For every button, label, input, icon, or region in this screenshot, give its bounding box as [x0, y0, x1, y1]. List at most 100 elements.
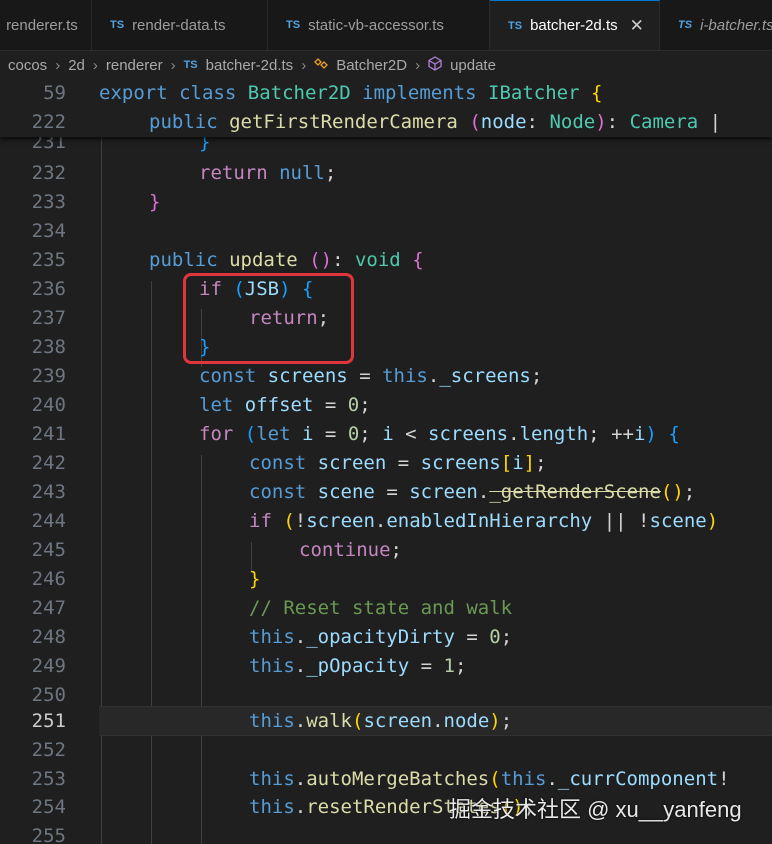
tab-label: i-batcher.ts	[700, 16, 772, 34]
breadcrumb: cocos › 2d › renderer › TS batcher-2d.ts…	[0, 51, 772, 79]
tab-label: renderer.ts	[6, 16, 78, 34]
breadcrumb-item-class[interactable]: Batcher2D	[336, 57, 407, 74]
code-row[interactable]: 245 continue;	[0, 536, 772, 565]
code-line: continue;	[299, 539, 402, 561]
code-row[interactable]: 243 const scene = screen._getRenderScene…	[0, 478, 772, 507]
line-number: 238	[31, 336, 66, 358]
code-row[interactable]: 236 if (JSB) {	[0, 275, 772, 304]
breadcrumb-item-file[interactable]: batcher-2d.ts	[206, 57, 294, 74]
tab-renderer[interactable]: TS renderer.ts	[0, 0, 92, 50]
code-line: const scene = screen._getRenderScene();	[249, 481, 696, 503]
code-row[interactable]: 255	[0, 822, 772, 844]
line-number: 252	[31, 739, 66, 761]
code-line: this._opacityDirty = 0;	[249, 626, 513, 648]
line-number: 234	[31, 220, 66, 242]
chevron-right-icon: ›	[92, 56, 98, 74]
typescript-file-icon: TS	[183, 59, 198, 71]
breadcrumb-item-2d[interactable]: 2d	[68, 57, 85, 74]
code-row[interactable]: 242 const screen = screens[i];	[0, 449, 772, 478]
line-number: 231	[31, 137, 66, 153]
current-line-highlight[interactable]: 251 this.walk(screen.node);	[0, 706, 772, 736]
breadcrumb-item-cocos[interactable]: cocos	[8, 57, 47, 74]
code-row[interactable]: 249 this._pOpacity = 1;	[0, 652, 772, 681]
tab-label: static-vb-accessor.ts	[308, 16, 444, 34]
tab-render-data[interactable]: TS render-data.ts	[92, 0, 268, 50]
code-row[interactable]: 241 for (let i = 0; i < screens.length; …	[0, 420, 772, 449]
line-number: 244	[31, 510, 66, 532]
line-number: 249	[31, 655, 66, 677]
code-line: const screens = this._screens;	[199, 365, 543, 387]
typescript-file-icon: TS	[508, 19, 523, 32]
code-line: export class Batcher2D implements IBatch…	[99, 82, 603, 104]
line-number: 241	[31, 423, 66, 445]
sticky-line[interactable]: 59 export class Batcher2D implements IBa…	[0, 79, 772, 108]
line-number: 59	[43, 82, 66, 104]
sticky-line[interactable]: 222 public getFirstRenderCamera (node: N…	[0, 108, 772, 137]
code-line: return null;	[199, 162, 337, 184]
line-number: 235	[31, 249, 66, 271]
code-row[interactable]: 252	[0, 736, 772, 765]
line-number: 247	[31, 597, 66, 619]
class-icon	[314, 57, 329, 74]
line-number: 248	[31, 626, 66, 648]
tab-i-batcher[interactable]: TS i-batcher.ts	[660, 0, 772, 50]
code-line: this.autoMergeBatches(this._currComponen…	[249, 768, 730, 790]
line-number: 254	[31, 796, 66, 818]
code-line: this.walk(screen.node);	[249, 710, 513, 732]
code-line: for (let i = 0; i < screens.length; ++i)…	[199, 423, 680, 445]
code-row[interactable]: 231 }	[0, 137, 772, 157]
code-line: }	[249, 568, 261, 590]
code-line: public update (): void {	[149, 249, 424, 271]
line-number: 236	[31, 278, 66, 300]
code-row[interactable]: 234	[0, 217, 772, 246]
line-number: 237	[31, 307, 66, 329]
code-row[interactable]: 237 return;	[0, 304, 772, 333]
code-row[interactable]: 233 }	[0, 188, 772, 217]
line-number: 232	[31, 162, 66, 184]
code-line: if (!screen.enabledInHierarchy || !scene…	[249, 510, 719, 532]
code-line: }	[149, 191, 161, 213]
line-number: 251	[31, 710, 66, 732]
line-number: 239	[31, 365, 66, 387]
code-editor[interactable]: 59 export class Batcher2D implements IBa…	[0, 79, 772, 844]
method-icon	[428, 55, 442, 75]
typescript-file-icon: TS	[286, 19, 301, 31]
annotation-highlight-box	[183, 273, 354, 364]
code-line: }	[199, 137, 211, 153]
tab-label: batcher-2d.ts	[530, 17, 618, 34]
line-number: 243	[31, 481, 66, 503]
code-row[interactable]: 239 const screens = this._screens;	[0, 362, 772, 391]
breadcrumb-item-renderer[interactable]: renderer	[106, 57, 163, 74]
line-number: 253	[31, 768, 66, 790]
typescript-file-icon: TS	[110, 19, 125, 31]
tab-batcher-2d[interactable]: TS batcher-2d.ts ✕	[490, 0, 660, 50]
code-row[interactable]: 246 }	[0, 565, 772, 594]
code-line: this._pOpacity = 1;	[249, 655, 467, 677]
code-line: let offset = 0;	[199, 394, 371, 416]
code-row[interactable]: 238 }	[0, 333, 772, 362]
editor-tab-bar: TS renderer.ts TS render-data.ts TS stat…	[0, 0, 772, 51]
watermark: 掘金技术社区 @ xu__yanfeng	[449, 797, 742, 822]
code-row[interactable]: 244 if (!screen.enabledInHierarchy || !s…	[0, 507, 772, 536]
line-number: 246	[31, 568, 66, 590]
line-number: 233	[31, 191, 66, 213]
code-row[interactable]: 253 this.autoMergeBatches(this._currComp…	[0, 765, 772, 794]
typescript-file-icon: TS	[678, 19, 693, 31]
code-row[interactable]: 232 return null;	[0, 159, 772, 188]
chevron-right-icon: ›	[55, 56, 61, 74]
code-line: const screen = screens[i];	[249, 452, 547, 474]
code-row[interactable]: 248 this._opacityDirty = 0;	[0, 623, 772, 652]
close-icon[interactable]: ✕	[630, 16, 644, 36]
line-number: 240	[31, 394, 66, 416]
tab-label: render-data.ts	[132, 16, 226, 34]
code-row[interactable]: 240 let offset = 0;	[0, 391, 772, 420]
line-number: 222	[31, 111, 66, 133]
code-line: public getFirstRenderCamera (node: Node)…	[149, 111, 722, 133]
chevron-right-icon: ›	[415, 56, 421, 74]
code-row[interactable]: 235 public update (): void {	[0, 246, 772, 275]
chevron-right-icon: ›	[170, 56, 176, 74]
code-row[interactable]: 247 // Reset state and walk	[0, 594, 772, 623]
breadcrumb-item-method[interactable]: update	[450, 57, 496, 74]
chevron-right-icon: ›	[301, 56, 307, 74]
tab-static-vb-accessor[interactable]: TS static-vb-accessor.ts	[268, 0, 490, 50]
